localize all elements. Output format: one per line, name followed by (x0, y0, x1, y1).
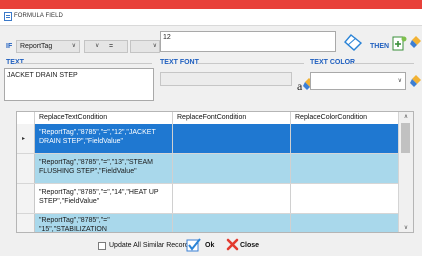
replace-color-cell[interactable] (291, 184, 399, 213)
operator-select[interactable]: ∨ = (84, 40, 128, 53)
brush-icon[interactable] (410, 34, 422, 52)
font-section-divider (198, 63, 304, 64)
chevron-down-icon: ∨ (71, 43, 76, 49)
ok-button[interactable]: Ok (205, 242, 214, 249)
close-button[interactable]: Close (240, 242, 259, 249)
replace-color-cell[interactable] (291, 124, 399, 153)
field-select-value: ReportTag (20, 43, 53, 50)
eraser-icon[interactable] (343, 34, 363, 52)
column-header-replace-text[interactable]: ReplaceTextCondition (35, 112, 173, 124)
chevron-down-icon: ∨ (397, 78, 402, 84)
grid-vertical-scrollbar[interactable]: ∧ ∨ (398, 112, 413, 232)
replace-text-cell[interactable]: "ReportTag","8785","=","14","HEAT UP STE… (35, 184, 173, 213)
replace-text-cell[interactable]: "ReportTag","8785","=" "15","STABILIZATI… (35, 214, 173, 232)
current-row-indicator-icon: ▸ (22, 136, 26, 142)
replace-font-cell[interactable] (173, 184, 291, 213)
svg-text:a: a (297, 79, 303, 92)
operator2-select[interactable]: ∨ (130, 40, 160, 53)
row-selector[interactable]: ▸ (17, 124, 35, 153)
window-title: FORMULA FIELD (14, 13, 63, 19)
form-icon (4, 12, 12, 21)
replace-font-cell[interactable] (173, 214, 291, 232)
font-display-input[interactable] (160, 72, 292, 86)
row-selector[interactable] (17, 214, 35, 232)
table-row[interactable]: "ReportTag","8785","=" "15","STABILIZATI… (17, 214, 399, 232)
replace-text-cell[interactable]: "ReportTag","8785","=","13","STEAM FLUSH… (35, 154, 173, 183)
update-all-checkbox[interactable] (98, 242, 106, 250)
add-icon[interactable] (392, 35, 407, 51)
replace-color-cell[interactable] (291, 154, 399, 183)
text-section-divider (16, 63, 152, 64)
scroll-up-icon[interactable]: ∧ (399, 113, 413, 120)
color-section-label: TEXT COLOR (310, 59, 356, 66)
column-header-replace-color[interactable]: ReplaceColorCondition (291, 112, 399, 124)
compare-value-input[interactable]: 12 (160, 31, 336, 52)
chevron-down-icon: ∨ (95, 43, 100, 49)
row-selector[interactable] (17, 154, 35, 183)
text-color-select[interactable]: ∨ (310, 72, 406, 90)
field-select[interactable]: ReportTag ∨ (16, 40, 80, 53)
grid-header-corner (17, 112, 35, 124)
table-row[interactable]: "ReportTag","8785","=","13","STEAM FLUSH… (17, 154, 399, 184)
color-section-divider (352, 63, 414, 64)
update-all-label: Update All Similar Records (109, 242, 193, 249)
title-bar: FORMULA FIELD (0, 9, 422, 26)
replace-text-input[interactable]: JACKET DRAIN STEP (4, 68, 154, 101)
replace-font-cell[interactable] (173, 124, 291, 153)
color-brush-icon[interactable] (410, 73, 422, 91)
chevron-down-icon: ∨ (152, 43, 157, 49)
replace-font-cell[interactable] (173, 154, 291, 183)
table-row[interactable]: ▸ "ReportTag","8785","=","12","JACKET DR… (17, 124, 399, 154)
row-selector[interactable] (17, 184, 35, 213)
top-accent-bar (0, 0, 422, 9)
replace-color-cell[interactable] (291, 214, 399, 232)
then-label: THEN (370, 43, 390, 50)
ok-check-icon[interactable] (186, 237, 202, 253)
font-section-label: TEXT FONT (160, 59, 199, 66)
conditions-grid[interactable]: ReplaceTextCondition ReplaceFontConditio… (16, 111, 414, 233)
scroll-thumb[interactable] (401, 123, 410, 153)
scroll-down-icon[interactable]: ∨ (399, 224, 413, 231)
column-header-replace-font[interactable]: ReplaceFontCondition (173, 112, 291, 124)
replace-text-cell[interactable]: "ReportTag","8785","=","12","JACKET DRAI… (35, 124, 173, 153)
if-label: IF (6, 43, 13, 50)
operator-value: = (109, 43, 114, 50)
close-x-icon[interactable] (226, 238, 239, 251)
table-row[interactable]: "ReportTag","8785","=","14","HEAT UP STE… (17, 184, 399, 214)
